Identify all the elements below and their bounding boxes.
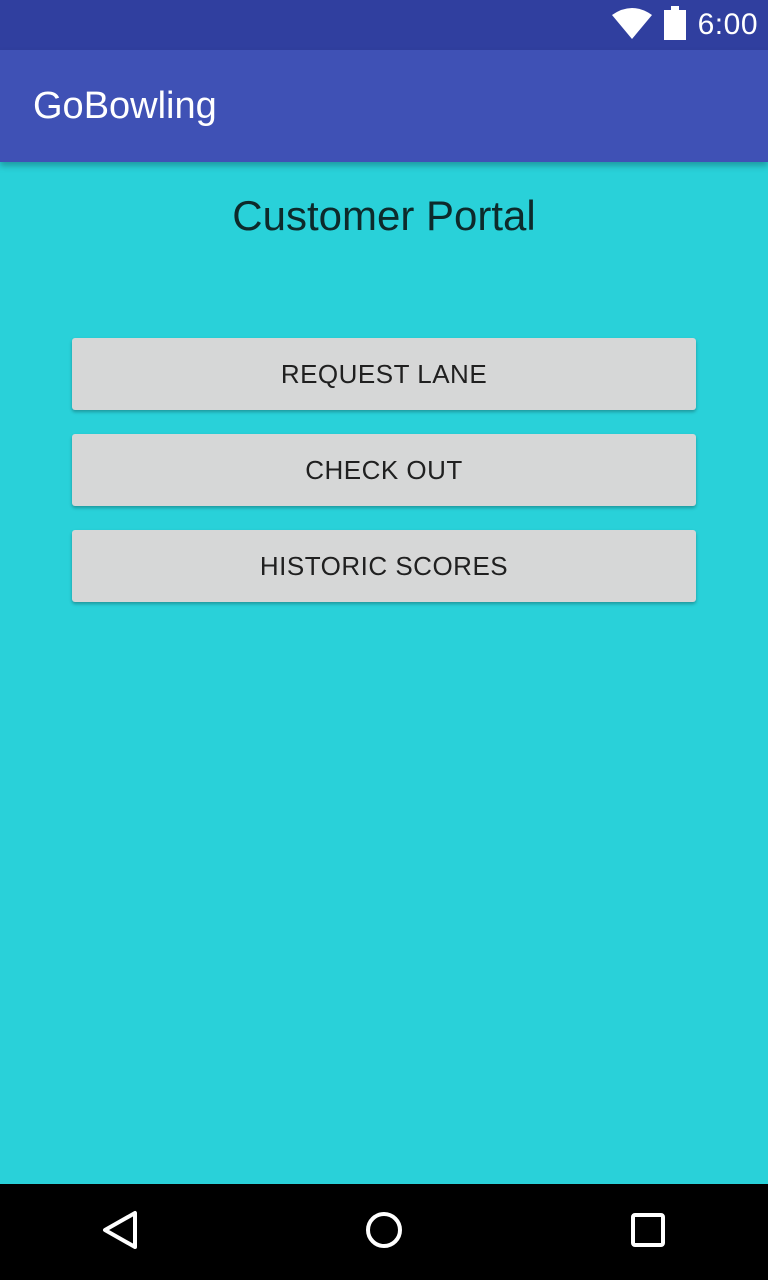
- historic-scores-button[interactable]: HISTORIC SCORES: [72, 530, 696, 602]
- app-title: GoBowling: [33, 85, 217, 127]
- home-icon: [365, 1211, 403, 1254]
- app-bar: GoBowling: [0, 50, 768, 162]
- back-button[interactable]: [72, 1184, 168, 1280]
- back-icon: [102, 1210, 138, 1255]
- check-out-button[interactable]: CHECK OUT: [72, 434, 696, 506]
- recents-icon: [631, 1212, 665, 1252]
- wifi-icon: [611, 7, 652, 44]
- page-title: Customer Portal: [232, 192, 536, 239]
- status-icons: 6:00: [611, 0, 758, 50]
- main-content: Customer Portal REQUEST LANE CHECK OUT H…: [0, 162, 768, 1184]
- battery-icon: [663, 5, 686, 45]
- navigation-bar: [0, 1184, 768, 1280]
- recents-button[interactable]: [600, 1184, 696, 1280]
- status-time: 6:00: [697, 8, 758, 41]
- status-bar: 6:00: [0, 0, 768, 50]
- home-button[interactable]: [336, 1184, 432, 1280]
- request-lane-button[interactable]: REQUEST LANE: [72, 338, 696, 410]
